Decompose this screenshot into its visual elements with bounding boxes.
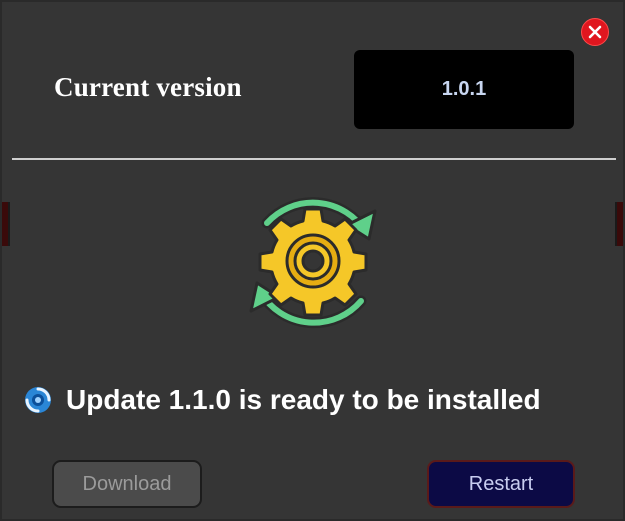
background-app-edge-left xyxy=(2,202,10,246)
current-version-box: 1.0.1 xyxy=(354,50,574,129)
update-status-text: Update 1.1.0 is ready to be installed xyxy=(66,384,541,415)
update-status: Update 1.1.0 is ready to be installed xyxy=(22,380,541,420)
update-dialog: Current version 1.0.1 Update 1.1.0 is re… xyxy=(0,0,625,521)
current-version-label: Current version xyxy=(54,72,242,102)
download-button[interactable]: Download xyxy=(52,460,202,508)
restart-button[interactable]: Restart xyxy=(427,460,575,508)
close-icon xyxy=(588,25,602,39)
divider xyxy=(12,158,616,160)
background-app-edge-right xyxy=(615,202,623,246)
current-version-value: 1.0.1 xyxy=(441,78,487,100)
gear-sync-icon xyxy=(249,197,377,329)
close-button[interactable] xyxy=(581,18,609,46)
update-spinner-icon xyxy=(22,384,54,416)
